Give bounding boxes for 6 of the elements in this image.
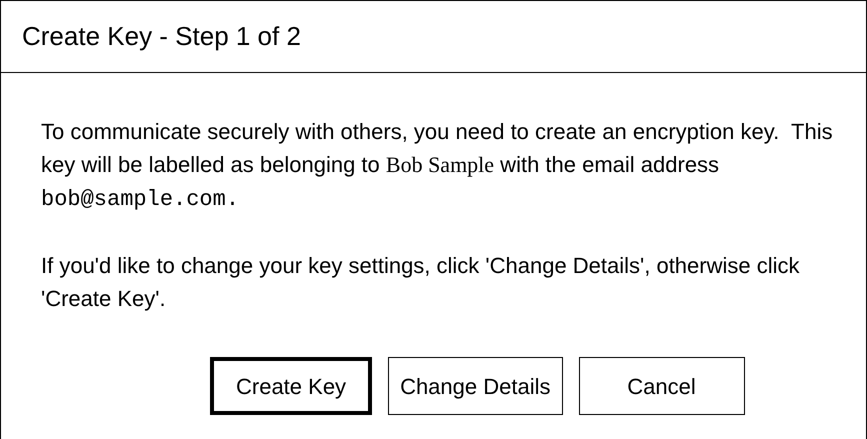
window-title: Create Key - Step 1 of 2 [22,20,301,53]
message-paragraph: To communicate securely with others, you need to create an encryption key. This key will be labelled as belonging to Bob Sample with the email address bob@sample.com. [41,118,834,214]
dialog-button[interactable]: Create Key [210,357,372,415]
dialog-button[interactable]: Cancel [578,357,744,415]
message-paragraph: If you'd like to change your key settings, click 'Change Details', otherwise click 'Create Key'. [41,252,801,313]
dialog-button[interactable]: Change Details [388,357,562,415]
